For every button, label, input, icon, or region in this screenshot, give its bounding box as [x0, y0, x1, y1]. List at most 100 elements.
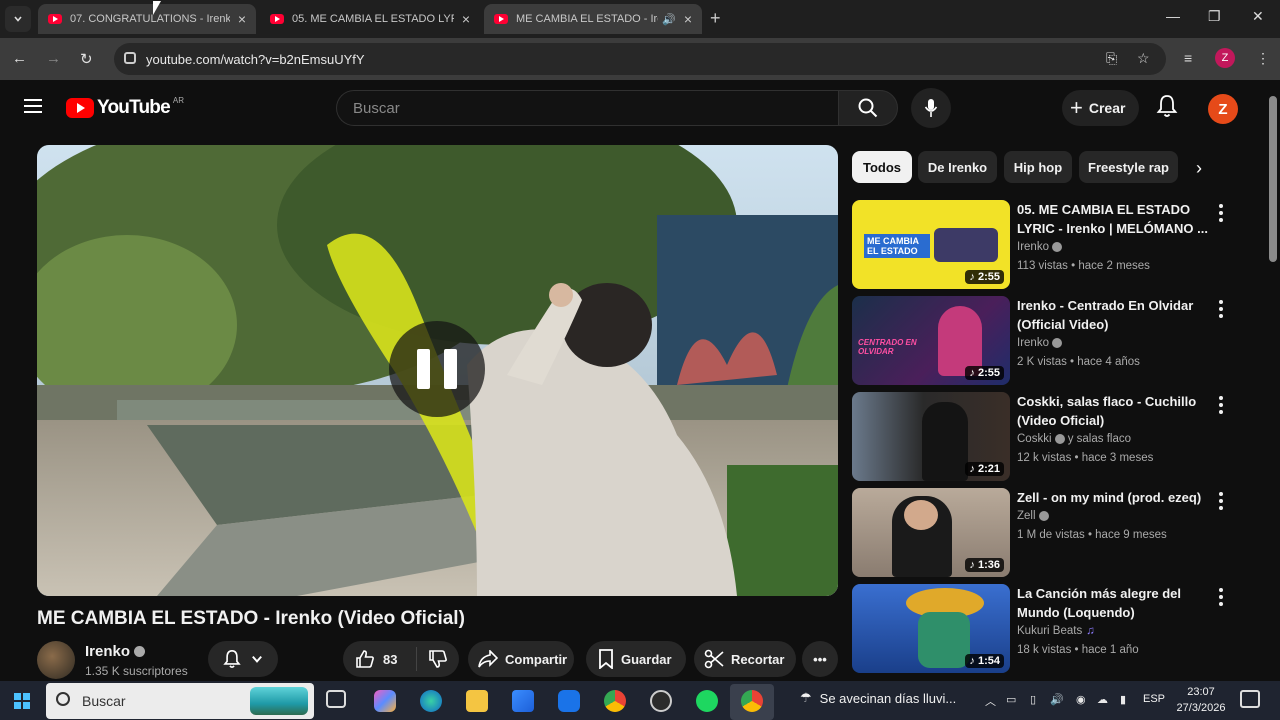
music-icon: ♪	[969, 463, 975, 475]
browser-tab-2[interactable]: 05. ME CAMBIA EL ESTADO LYRIC ×	[260, 4, 480, 34]
dislike-button[interactable]	[417, 649, 459, 669]
video-thumbnail[interactable]: CENTRADO EN OLVIDAR ♪ 2:55	[852, 296, 1010, 385]
video-title[interactable]: La Canción más alegre del Mundo (Loquend…	[1017, 584, 1213, 622]
video-title[interactable]: 05. ME CAMBIA EL ESTADO LYRIC - Irenko |…	[1017, 200, 1213, 238]
microphone-tray-icon[interactable]: ▮	[1120, 693, 1126, 706]
system-clock[interactable]: 23:07 27/3/2026	[1176, 684, 1226, 716]
chip-todos[interactable]: Todos	[852, 151, 912, 183]
chevron-right-icon[interactable]: ›	[1196, 158, 1202, 179]
file-explorer-icon[interactable]	[466, 690, 488, 712]
browser-profile-avatar[interactable]: Z	[1215, 48, 1235, 68]
chip-freestyle-rap[interactable]: Freestyle rap	[1079, 151, 1178, 183]
network-icon[interactable]: ◉	[1076, 693, 1086, 706]
video-title: ME CAMBIA EL ESTADO - Irenko (Video Ofic…	[37, 608, 465, 629]
notification-center-icon[interactable]	[1240, 690, 1260, 708]
duration-badge: ♪ 2:55	[965, 366, 1004, 380]
search-button[interactable]	[838, 90, 898, 126]
channel-name[interactable]: Kukuri Beats ♫	[1017, 625, 1095, 637]
language-indicator[interactable]: ESP	[1143, 693, 1165, 705]
site-info-icon[interactable]	[124, 52, 136, 64]
bookmark-star-icon[interactable]: ☆	[1137, 50, 1150, 67]
windows-start-icon[interactable]	[14, 693, 30, 709]
video-thumbnail[interactable]: ♪ 1:36	[852, 488, 1010, 577]
subscribed-notifications-button[interactable]	[208, 641, 278, 677]
channel-name[interactable]: Irenko	[85, 643, 146, 660]
maximize-button[interactable]: ❐	[1208, 8, 1221, 25]
video-player[interactable]	[37, 145, 838, 596]
like-button[interactable]: 83	[343, 647, 417, 671]
close-tab-icon[interactable]: ×	[238, 11, 246, 27]
edge-browser-icon[interactable]	[420, 690, 442, 712]
create-button[interactable]: + Crear	[1062, 90, 1140, 126]
share-button[interactable]: Compartir	[468, 641, 574, 677]
task-view-icon[interactable]	[326, 690, 346, 708]
minimize-button[interactable]: —	[1166, 8, 1180, 24]
speaker-icon[interactable]: 🔊	[662, 13, 676, 26]
recording-app-icon[interactable]	[650, 690, 672, 712]
new-tab-button[interactable]: +	[710, 8, 721, 29]
chrome-icon[interactable]	[604, 690, 626, 712]
recommended-video[interactable]: ♪ 1:54 La Canción más alegre del Mundo (…	[852, 584, 1262, 674]
more-options-icon[interactable]	[1216, 396, 1226, 417]
spotify-icon[interactable]	[696, 690, 718, 712]
recommended-video[interactable]: CENTRADO EN OLVIDAR ♪ 2:55 Irenko - Cent…	[852, 296, 1262, 386]
tray-chevron-up-icon[interactable]: ︿	[985, 693, 996, 709]
close-tab-icon[interactable]: ×	[684, 11, 692, 27]
clip-button[interactable]: Recortar	[694, 641, 796, 677]
channel-name[interactable]: Zell	[1017, 510, 1049, 522]
more-options-icon[interactable]	[1216, 492, 1226, 513]
forward-arrow-icon[interactable]: →	[46, 50, 61, 67]
back-arrow-icon[interactable]: ←	[12, 50, 27, 67]
video-thumbnail[interactable]: ♪ 2:21	[852, 392, 1010, 481]
install-app-icon[interactable]: ⎘	[1106, 50, 1117, 67]
close-window-button[interactable]: ✕	[1252, 8, 1264, 25]
voice-search-button[interactable]	[911, 88, 951, 128]
taskbar-search-input[interactable]: Buscar	[46, 683, 314, 719]
close-tab-icon[interactable]: ×	[462, 11, 470, 27]
save-button[interactable]: Guardar	[586, 641, 686, 677]
weather-widget[interactable]: ☂ Se avecinan días lluvi...	[800, 690, 956, 706]
verified-icon	[1038, 510, 1049, 521]
chip-de-irenko[interactable]: De Irenko	[918, 151, 997, 183]
chip-hip-hop[interactable]: Hip hop	[1004, 151, 1072, 183]
channel-name[interactable]: Coskki y salas flaco	[1017, 433, 1131, 445]
youtube-logo[interactable]: YouTube AR	[66, 96, 184, 119]
reload-icon[interactable]: ↻	[80, 50, 93, 68]
video-thumbnail[interactable]: ME CAMBIA EL ESTADO ♪ 2:55	[852, 200, 1010, 289]
recommended-video[interactable]: ME CAMBIA EL ESTADO ♪ 2:55 05. ME CAMBIA…	[852, 200, 1262, 290]
search-input[interactable]: Buscar	[336, 90, 838, 126]
outlook-icon[interactable]	[558, 690, 580, 712]
more-options-icon[interactable]	[1216, 204, 1226, 225]
tray-app-icon[interactable]: ▭	[1006, 693, 1016, 706]
more-options-icon[interactable]	[1216, 588, 1226, 609]
pause-overlay-icon[interactable]	[389, 321, 485, 417]
tab-search-button[interactable]	[5, 6, 31, 32]
notifications-bell-icon[interactable]	[1156, 94, 1178, 123]
video-title[interactable]: Coskki, salas flaco - Cuchillo (Video Of…	[1017, 392, 1213, 430]
copilot-icon[interactable]	[374, 690, 396, 712]
recommended-video[interactable]: ♪ 2:21 Coskki, salas flaco - Cuchillo (V…	[852, 392, 1262, 482]
media-controls-icon[interactable]: ≡	[1184, 50, 1192, 66]
browser-tab-1[interactable]: 07. CONGRATULATIONS - Irenko ×	[38, 4, 256, 34]
video-title[interactable]: Irenko - Centrado En Olvidar (Official V…	[1017, 296, 1213, 334]
video-thumbnail[interactable]: ♪ 1:54	[852, 584, 1010, 673]
chrome-active-icon[interactable]	[741, 690, 763, 712]
channel-name[interactable]: Irenko	[1017, 337, 1062, 349]
tray-device-icon[interactable]: ▯	[1030, 693, 1036, 706]
browser-tab-3-active[interactable]: ME CAMBIA EL ESTADO - Irenko 🔊 ×	[484, 4, 702, 34]
scrollbar-thumb[interactable]	[1269, 96, 1277, 262]
channel-name[interactable]: Irenko	[1017, 241, 1062, 253]
account-avatar[interactable]: Z	[1208, 94, 1238, 124]
recommended-video[interactable]: ♪ 1:36 Zell - on my mind (prod. ezeq) Ze…	[852, 488, 1262, 578]
volume-icon[interactable]: 🔊	[1050, 693, 1064, 706]
duration-badge: ♪ 1:54	[965, 654, 1004, 668]
address-bar[interactable]: youtube.com/watch?v=b2nEmsuUYfY	[114, 43, 1166, 75]
browser-menu-icon[interactable]: ⋮	[1256, 50, 1270, 67]
microsoft-store-icon[interactable]	[512, 690, 534, 712]
video-title[interactable]: Zell - on my mind (prod. ezeq)	[1017, 488, 1213, 507]
channel-avatar[interactable]	[37, 641, 75, 679]
menu-icon[interactable]	[24, 99, 42, 117]
more-actions-button[interactable]: •••	[802, 641, 838, 677]
onedrive-icon[interactable]: ☁	[1097, 693, 1108, 706]
more-options-icon[interactable]	[1216, 300, 1226, 321]
